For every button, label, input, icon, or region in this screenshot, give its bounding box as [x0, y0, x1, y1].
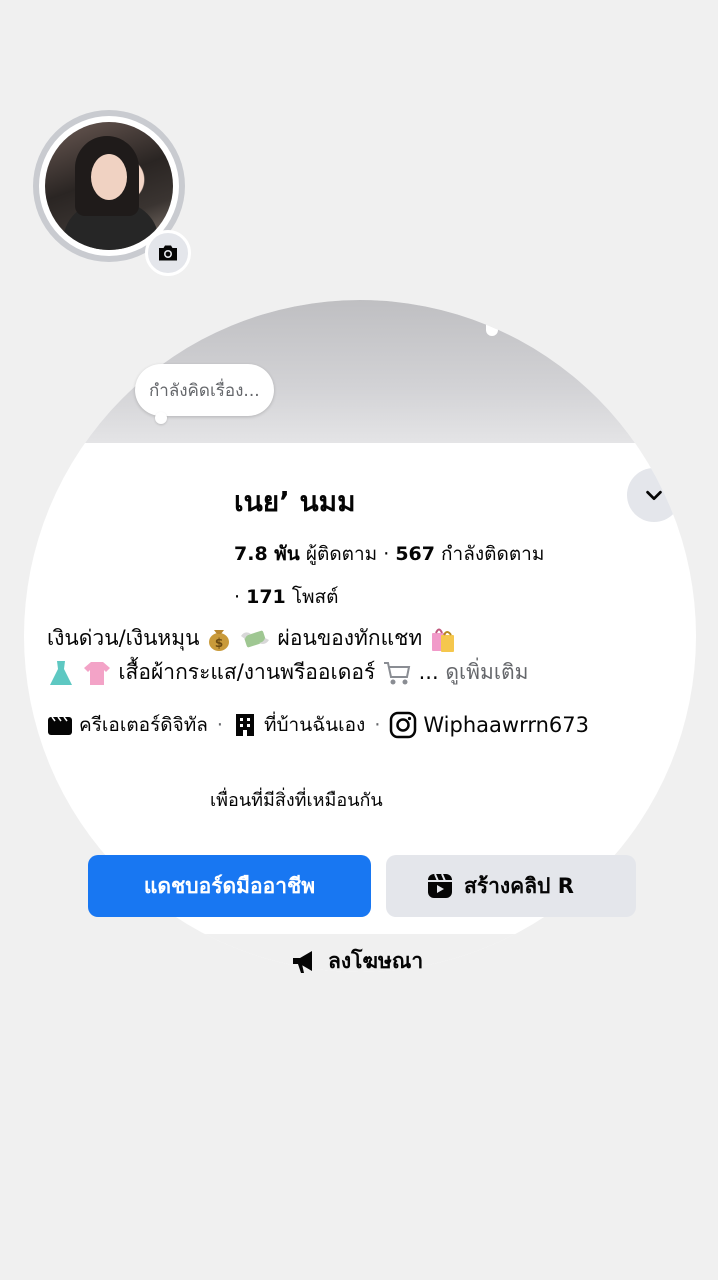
change-photo-button[interactable] — [145, 230, 191, 276]
money-wings-icon — [240, 630, 269, 648]
following-count: 567 — [395, 543, 435, 565]
create-reel-button[interactable]: สร้างคลิป R — [386, 855, 636, 917]
advertise-button[interactable]: ลงโฆษณา — [290, 945, 423, 978]
money-bag-icon: $ — [209, 630, 230, 651]
bio-text-2: ผ่อนของทักแชท — [277, 626, 423, 650]
stat-separator: · — [383, 543, 396, 565]
dress-icon — [50, 661, 72, 685]
bio-line-1: เงินด่วน/เงินหมุน $ ผ่อนของทักแชท — [47, 621, 627, 655]
professional-dashboard-button[interactable]: แดชบอร์ดมืออาชีพ — [88, 855, 371, 917]
thought-bubble-text: กำลังคิดเรื่อง... — [149, 380, 260, 401]
profile-details: ครีเอเตอร์ดิจิทัล · ที่บ้านฉันเอง · Wiph… — [47, 710, 667, 740]
posts-stat: 171 โพสต์ — [246, 586, 338, 608]
following-label: กำลังติดตาม — [441, 543, 545, 565]
advertise-label: ลงโฆษณา — [328, 949, 424, 973]
instagram-icon — [390, 711, 417, 739]
mutual-friends-text[interactable]: เพื่อนที่มีสิ่งที่เหมือนกัน — [210, 785, 383, 814]
camera-icon — [159, 245, 177, 261]
profile-menu-button[interactable] — [627, 468, 681, 522]
bio-text-1: เงินด่วน/เงินหมุน — [47, 626, 200, 650]
bio-line-2: เสื้อผ้ากระแส/งานพรีออเดอร์ ... ดูเพิ่มเ… — [47, 655, 627, 689]
profile-bio: เงินด่วน/เงินหมุน $ ผ่อนของทักแชท เสื้อผ… — [47, 621, 627, 689]
location-label: ที่บ้านฉันเอง — [263, 714, 366, 736]
create-reel-label: สร้างคลิป R — [464, 873, 574, 898]
bio-text-3: เสื้อผ้ากระแส/งานพรีออเดอร์ — [118, 660, 376, 684]
followers-count: 7.8 พัน — [234, 543, 300, 565]
svg-text:$: $ — [215, 636, 223, 650]
detail-separator: · — [374, 714, 381, 736]
posts-label: โพสต์ — [291, 586, 339, 608]
category-label: ครีเอเตอร์ดิจิทัล — [79, 714, 208, 736]
cover-decoration — [486, 324, 498, 336]
building-icon — [235, 714, 254, 736]
profile-stats: 7.8 พัน ผู้ติดตาม · 567 กำลังติดตาม · 17… — [234, 533, 604, 619]
followers-label: ผู้ติดตาม — [305, 543, 378, 565]
following-link[interactable]: 567 กำลังติดตาม — [395, 543, 544, 565]
professional-dashboard-label: แดชบอร์ดมืออาชีพ — [143, 873, 316, 898]
chevron-down-icon — [646, 490, 662, 501]
thought-bubble[interactable]: กำลังคิดเรื่อง... — [135, 364, 274, 416]
posts-count: 171 — [246, 586, 286, 608]
bio-ellipsis: ... — [418, 660, 439, 684]
detail-separator: · — [216, 714, 223, 736]
blouse-icon — [83, 662, 110, 685]
stat-separator: · — [234, 586, 247, 608]
reel-icon — [428, 873, 452, 898]
megaphone-icon — [293, 950, 312, 973]
shopping-bags-icon — [431, 628, 454, 652]
thought-bubble-tail — [155, 412, 167, 424]
see-more-link[interactable]: ดูเพิ่มเติม — [445, 660, 528, 684]
followers-link[interactable]: 7.8 พัน ผู้ติดตาม — [234, 543, 377, 565]
shopping-cart-icon — [383, 662, 411, 685]
clapperboard-icon — [48, 716, 72, 735]
cover-photo[interactable] — [24, 300, 696, 443]
instagram-link[interactable]: Wiphaawrrn673 — [423, 713, 589, 737]
avatar-photo — [45, 122, 173, 250]
profile-name: เนย’ นมม — [234, 485, 356, 518]
